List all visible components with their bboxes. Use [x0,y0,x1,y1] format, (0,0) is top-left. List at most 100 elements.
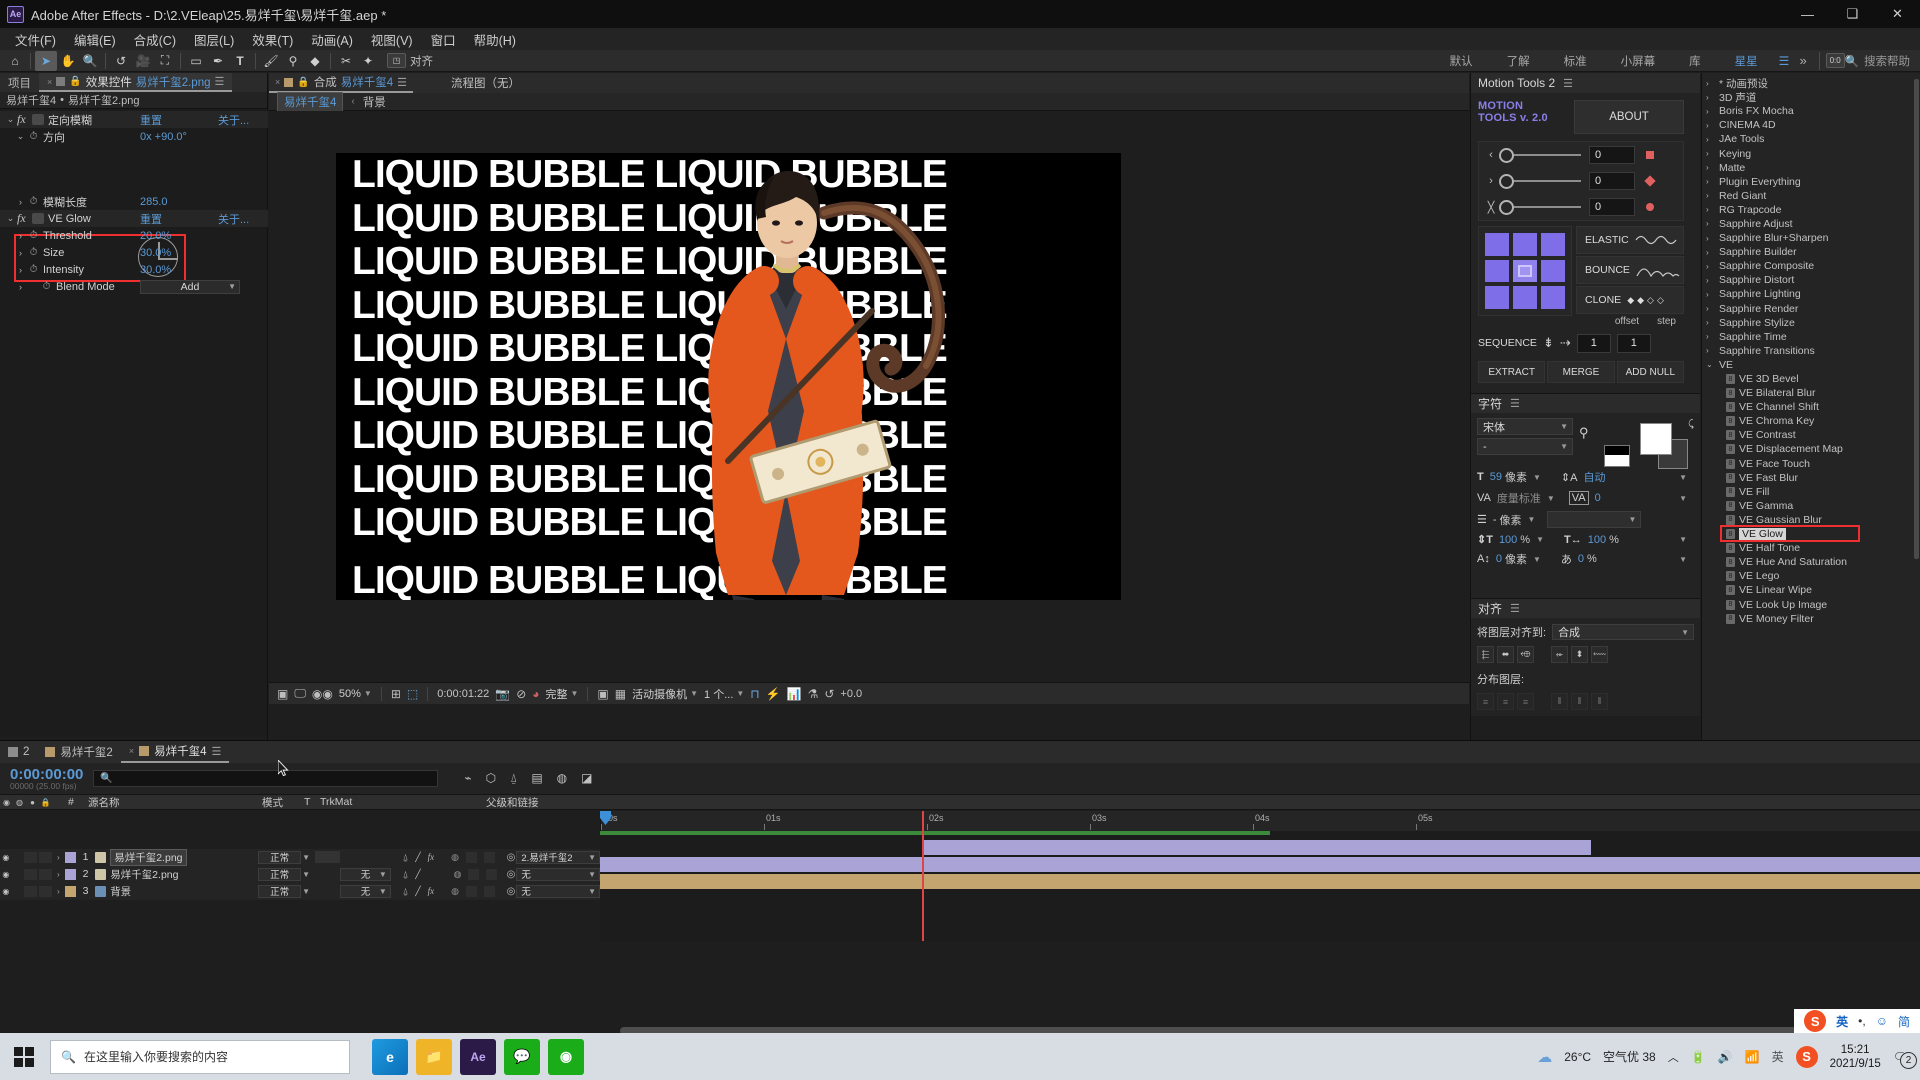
layer-color-chip[interactable] [65,885,76,897]
chevron-right-icon[interactable]: › [1706,219,1715,228]
snapshot-icon[interactable]: 📷 [495,687,510,701]
layer-name-cell[interactable]: 背景 [95,884,258,899]
menu-item-7[interactable]: 窗口 [422,28,465,51]
anchor-cell-tr[interactable] [1541,233,1565,256]
column-toggle-icon-1[interactable]: ◍ [13,798,26,807]
effect-list-item-8[interactable]: › Red Giant [1702,189,1920,203]
playhead-handle[interactable] [600,811,611,825]
fast-preview-icon[interactable]: ⚡ [766,687,781,701]
lock-icon[interactable]: 🔒 [69,76,81,87]
tracking-field[interactable]: 0 [1595,492,1601,504]
layer-mode-select[interactable]: 正常 ▼ [258,884,310,898]
workspace-selected[interactable]: 星星 [1718,53,1775,69]
menu-item-3[interactable]: 图层(L) [185,28,243,51]
region-icon[interactable]: ▣ [597,687,608,701]
ae-icon[interactable]: Ae [460,1038,496,1075]
solo-toggle-slot[interactable] [24,868,37,880]
column-toggle-icon-2[interactable]: ● [26,798,39,807]
sogou-ime-icon[interactable]: S [1804,1010,1827,1032]
layer-color-chip[interactable] [65,868,76,880]
property-value[interactable]: 285.0 [140,196,168,208]
effect-list-item-20[interactable]: ⌄ VE [1702,358,1920,372]
baseline-shift-field[interactable]: 0 像素 [1496,551,1527,567]
workspace-库[interactable]: 库 [1672,53,1718,69]
minimize-button[interactable]: — [1785,0,1830,28]
eyedropper-icon[interactable]: ⚲ [1579,425,1589,441]
video-toggle-icon[interactable]: ◉ [0,870,12,879]
distribute-right-icon[interactable]: ⦀ [1591,693,1608,710]
align-bottom-icon[interactable]: ⬳ [1591,646,1608,663]
chevron-right-icon[interactable]: › [1706,290,1715,299]
effect-list-item-9[interactable]: › RG Trapcode [1702,203,1920,217]
chevron-right-icon[interactable]: › [1706,149,1715,158]
pixel-aspect-icon[interactable]: ⊓ [750,687,759,701]
align-top-icon[interactable]: ⬰ [1551,646,1568,663]
chevron-right-icon[interactable]: › [1706,332,1715,341]
effect-list-item-3[interactable]: › CINEMA 4D [1702,118,1920,132]
ime-tray-icon[interactable]: 英 [1772,1048,1784,1065]
timeline-search-input[interactable]: 🔍 [93,770,439,787]
bounce-button[interactable]: BOUNCE [1576,256,1684,284]
shape-tool-icon[interactable]: ▭ [185,51,207,71]
distribute-left-icon[interactable]: ⦀ [1551,693,1568,710]
slider-track[interactable] [1514,180,1581,182]
about-button[interactable]: ABOUT [1574,100,1684,134]
chevron-up-icon[interactable]: ︿ [1668,1049,1679,1065]
collapse-switch-icon[interactable]: ╱ [415,886,420,897]
horizontal-scale-field[interactable]: 100 % [1588,534,1619,546]
align-left-icon[interactable]: ⬱ [1477,646,1494,663]
chevron-right-icon[interactable]: › [1706,107,1715,116]
effect-list-item-4[interactable]: › JAe Tools [1702,132,1920,146]
effect-list-item-21[interactable]: 8 VE 3D Bevel [1702,372,1920,386]
adjustment-switch-icon[interactable] [465,851,477,863]
chevron-right-icon[interactable]: › [1706,135,1715,144]
elastic-button[interactable]: ELASTIC [1576,226,1684,254]
align-right-icon[interactable]: ⬲ [1517,646,1534,663]
effect-about-link[interactable]: 关于... [218,211,249,227]
parent-pickwhip-icon[interactable]: ◎ [506,869,517,880]
parent-pickwhip-icon[interactable]: ◎ [506,852,517,863]
panel-menu-icon[interactable]: ☰ [1563,77,1573,90]
tab-flowchart[interactable]: 流程图（无） [441,75,530,91]
effect-list-item-18[interactable]: › Sapphire Time [1702,330,1920,344]
add-null-button[interactable]: ADD NULL [1616,361,1684,383]
tab-composition[interactable]: × 🔒 合成 易烊千玺4 ☰ [269,73,413,93]
align-to-select[interactable]: 合成 ▼ [1552,624,1694,640]
anchor-cell-br[interactable] [1541,286,1565,309]
timeline-track-area[interactable] [600,811,1920,941]
solo-toggle-slot[interactable] [24,885,37,897]
property-value[interactable]: 30.0% [140,264,171,276]
clock[interactable]: 15:21 2021/9/15 [1830,1043,1881,1071]
property-value[interactable]: 0x +90.0° [140,131,187,143]
layer-bar-3[interactable] [600,874,1920,889]
twirl-icon[interactable]: › [14,231,27,241]
layer-t-cell[interactable] [315,851,341,863]
twirl-icon[interactable]: ⌄ [14,131,27,142]
effect-list-item-10[interactable]: › Sapphire Adjust [1702,217,1920,231]
chevron-down-icon[interactable]: ▼ [1533,473,1541,482]
anchor-cell-tc[interactable] [1513,233,1537,256]
effect-list-item-24[interactable]: 8 VE Chroma Key [1702,414,1920,428]
effect-list-item-28[interactable]: 8 VE Fast Blur [1702,471,1920,485]
shy-switch-icon[interactable]: ⍙ [403,886,408,897]
menu-item-0[interactable]: 文件(F) [6,28,65,51]
anchor-point-grid[interactable] [1478,226,1572,316]
effect-list-item-30[interactable]: 8 VE Gamma [1702,499,1920,513]
layer-name-cell[interactable]: 易烊千玺2.png [95,848,258,866]
chevron-right-icon[interactable]: › [1706,93,1715,102]
offset-field[interactable]: 1 [1576,333,1611,353]
display-icon[interactable]: 🖵 [294,686,306,701]
workspace-标准[interactable]: 标准 [1547,53,1604,69]
menu-item-5[interactable]: 动画(A) [302,28,362,51]
layer-t-cell[interactable] [315,868,340,880]
chevron-down-icon[interactable]: ▼ [1679,494,1687,503]
distribute-hcenter-icon[interactable]: ⦀ [1571,693,1588,710]
sequence-down-icon[interactable]: ⇟ [1543,335,1554,351]
mask-icon[interactable]: ◉◉ [312,687,333,701]
timeline-tab-易烊千玺4[interactable]: × 易烊千玺4 ☰ [120,741,230,763]
explorer-icon[interactable]: 📁 [416,1038,452,1075]
ime-emoji-icon[interactable]: ☺ [1876,1014,1888,1028]
battery-icon[interactable]: 🔋 [1691,1050,1706,1064]
timeline-icon[interactable]: 📊 [787,687,802,701]
swap-colors-icon[interactable]: ⤹ [1688,419,1694,430]
